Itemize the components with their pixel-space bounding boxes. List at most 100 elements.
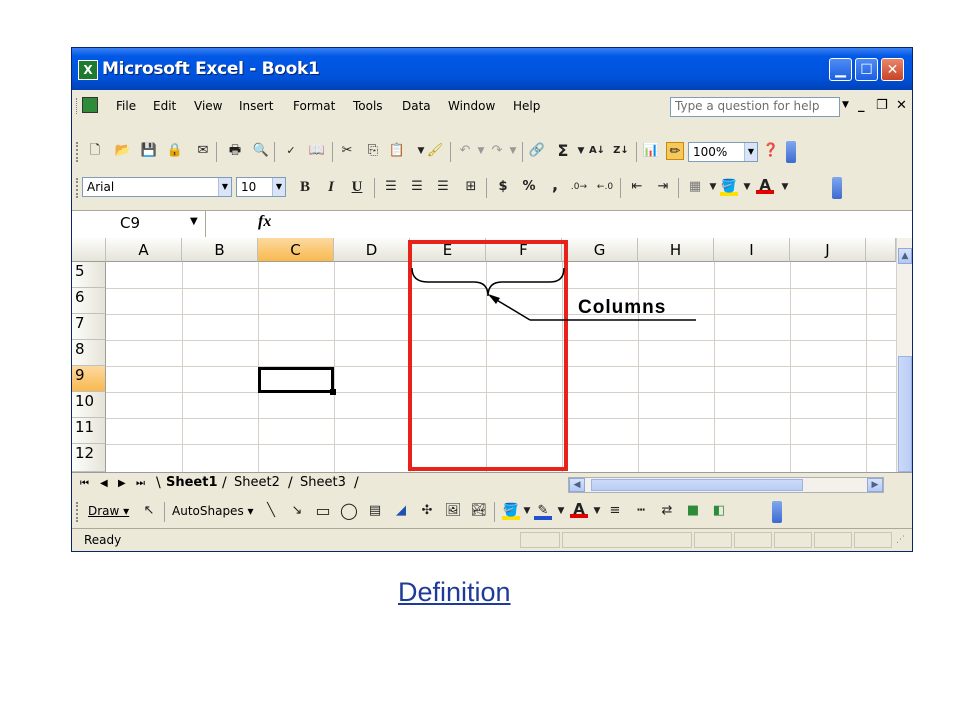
arrow-icon[interactable]: ↘: [288, 502, 306, 520]
column-header-g[interactable]: G: [562, 238, 638, 262]
italic-button[interactable]: I: [322, 178, 340, 196]
print-icon[interactable]: 🖶: [226, 142, 244, 160]
autoshapes-menu[interactable]: AutoShapes ▾: [172, 504, 254, 518]
wordart-icon[interactable]: ◢: [392, 502, 410, 520]
text-box-icon[interactable]: ▤: [366, 502, 384, 520]
menu-window[interactable]: Window: [448, 99, 495, 113]
percent-button[interactable]: %: [520, 178, 538, 196]
3d-style-icon[interactable]: ◧: [710, 502, 728, 520]
line-color-icon[interactable]: ✎: [534, 502, 552, 520]
sort-ascending-icon[interactable]: A↓: [588, 142, 606, 160]
align-center-icon[interactable]: ☰: [408, 178, 426, 196]
scroll-right-icon[interactable]: ▶: [867, 478, 883, 492]
menu-grip[interactable]: [76, 98, 79, 114]
title-bar[interactable]: X Microsoft Excel - Book1 ▁ ☐ ✕: [72, 48, 912, 90]
increase-indent-icon[interactable]: ⇥: [654, 178, 672, 196]
column-header-h[interactable]: H: [638, 238, 714, 262]
font-dropdown-icon[interactable]: ▼: [218, 178, 231, 196]
clip-art-icon[interactable]: 🖼: [444, 502, 462, 520]
align-right-icon[interactable]: ☰: [434, 178, 452, 196]
horizontal-scrollbar[interactable]: ◀ ▶: [568, 477, 884, 493]
column-header-b[interactable]: B: [182, 238, 258, 262]
toolbar-grip[interactable]: [76, 142, 80, 162]
doc-minimize-button[interactable]: _: [858, 98, 865, 113]
font-color-icon[interactable]: A: [756, 176, 774, 194]
align-left-icon[interactable]: ☰: [382, 178, 400, 196]
fill-color-dropdown-icon[interactable]: ▼: [738, 178, 756, 196]
row-header-5[interactable]: 5: [72, 262, 106, 288]
sort-descending-icon[interactable]: Z↓: [612, 142, 630, 160]
fill-color-icon[interactable]: 🪣: [720, 178, 738, 196]
row-header-12[interactable]: 12: [72, 444, 106, 472]
vertical-scrollbar[interactable]: ▲: [896, 238, 912, 472]
format-painter-icon[interactable]: 🖌: [426, 142, 444, 160]
close-button[interactable]: ✕: [881, 58, 904, 81]
font-size-select[interactable]: 10 ▼: [236, 177, 286, 197]
chart-wizard-icon[interactable]: 📊: [642, 142, 660, 160]
workbook-icon[interactable]: [82, 97, 98, 113]
menu-data[interactable]: Data: [402, 99, 431, 113]
line-style-icon[interactable]: ≡: [606, 502, 624, 520]
column-header-partial[interactable]: [866, 238, 896, 262]
select-objects-icon[interactable]: ↖: [140, 502, 158, 520]
sheet-tab-sheet3[interactable]: Sheet3: [300, 475, 346, 490]
font-name-select[interactable]: Arial ▼: [82, 177, 232, 197]
comma-button[interactable]: ,: [546, 176, 564, 194]
toolbar-grip[interactable]: [76, 502, 80, 522]
help-icon[interactable]: ❓: [762, 142, 780, 160]
diagram-icon[interactable]: ✣: [418, 502, 436, 520]
increase-decimal-icon[interactable]: .0→: [570, 178, 588, 196]
copy-icon[interactable]: ⎘: [364, 142, 382, 160]
doc-close-button[interactable]: ✕: [896, 98, 907, 113]
sheet-tab-sheet1[interactable]: Sheet1: [166, 475, 218, 490]
cut-icon[interactable]: ✂: [338, 142, 356, 160]
next-sheet-icon[interactable]: ▶: [118, 478, 126, 489]
picture-icon[interactable]: 🏞: [470, 502, 488, 520]
row-header-10[interactable]: 10: [72, 392, 106, 418]
font-color-draw-dropdown-icon[interactable]: ▼: [588, 502, 606, 520]
font-color-dropdown-icon[interactable]: ▼: [776, 178, 794, 196]
column-header-d[interactable]: D: [334, 238, 410, 262]
menu-file[interactable]: File: [116, 99, 136, 113]
toolbar-options-icon[interactable]: [772, 501, 782, 523]
insert-function-icon[interactable]: fx: [258, 213, 271, 231]
doc-restore-button[interactable]: ❐: [876, 98, 888, 113]
menu-insert[interactable]: Insert: [239, 99, 273, 113]
permission-icon[interactable]: 🔒: [166, 142, 184, 160]
oval-icon[interactable]: ◯: [340, 502, 358, 520]
bold-button[interactable]: B: [296, 178, 314, 196]
drawing-icon[interactable]: ✏: [666, 142, 684, 160]
decrease-indent-icon[interactable]: ⇤: [628, 178, 646, 196]
menu-tools[interactable]: Tools: [353, 99, 383, 113]
last-sheet-icon[interactable]: ⏭: [136, 478, 145, 489]
select-all-button[interactable]: [72, 238, 106, 262]
font-color-draw-icon[interactable]: A: [570, 500, 588, 518]
column-header-j[interactable]: J: [790, 238, 866, 262]
active-cell-c9[interactable]: [258, 367, 334, 393]
row-header-7[interactable]: 7: [72, 314, 106, 340]
horizontal-scroll-thumb[interactable]: [591, 479, 803, 491]
vertical-scroll-thumb[interactable]: [898, 356, 912, 472]
formula-input[interactable]: [282, 211, 912, 237]
name-box[interactable]: C9 ▼: [72, 211, 206, 237]
shadow-style-icon[interactable]: ■: [684, 502, 702, 520]
sheet-tab-sheet2[interactable]: Sheet2: [234, 475, 280, 490]
prev-sheet-icon[interactable]: ◀: [100, 478, 108, 489]
scroll-left-icon[interactable]: ◀: [569, 478, 585, 492]
decrease-decimal-icon[interactable]: ←.0: [596, 178, 614, 196]
definition-link[interactable]: Definition: [398, 577, 511, 608]
menu-view[interactable]: View: [194, 99, 222, 113]
draw-menu[interactable]: Draw ▾: [88, 504, 129, 518]
column-header-c[interactable]: C: [258, 238, 334, 262]
column-header-a[interactable]: A: [106, 238, 182, 262]
help-dropdown-arrow[interactable]: ▼: [842, 100, 849, 110]
underline-button[interactable]: U: [348, 178, 366, 196]
column-header-i[interactable]: I: [714, 238, 790, 262]
resize-grip-icon[interactable]: ⋰: [896, 535, 905, 545]
minimize-button[interactable]: ▁: [829, 58, 852, 81]
line-color-dropdown-icon[interactable]: ▼: [552, 502, 570, 520]
row-header-9[interactable]: 9: [72, 366, 106, 392]
redo-dropdown-icon[interactable]: ▼: [504, 142, 522, 160]
toolbar-options-icon[interactable]: [786, 141, 796, 163]
hyperlink-icon[interactable]: 🔗: [528, 142, 546, 160]
